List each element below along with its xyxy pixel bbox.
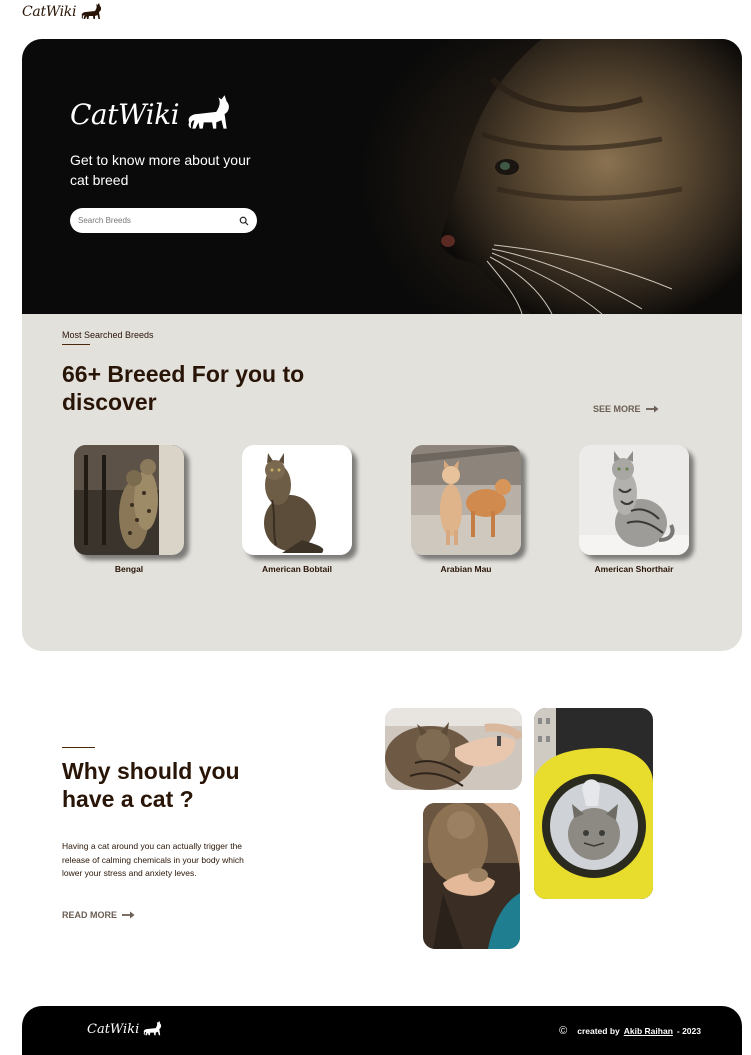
hero-tagline: Get to know more about your cat breed [70, 152, 251, 188]
author-link[interactable]: Akib Raihan [624, 1026, 673, 1036]
breed-image[interactable] [242, 445, 352, 555]
breed-card-american-bobtail: American Bobtail [227, 445, 367, 574]
search-box [70, 208, 257, 233]
breed-card-bengal: Bengal [59, 445, 199, 574]
cat-photo-lap [385, 708, 522, 790]
hero-banner: CatWiki Get to know more about your cat … [22, 39, 742, 314]
divider [62, 344, 90, 345]
see-more-link[interactable]: SEE MORE [593, 404, 659, 414]
see-more-label: SEE MORE [593, 404, 641, 414]
footer-credit: © created by Akib Raihan - 2023 [559, 1025, 701, 1037]
breed-image[interactable] [579, 445, 689, 555]
most-searched-label: Most Searched Breeds [62, 330, 154, 340]
arrow-right-icon [645, 405, 659, 413]
brand-name: CatWiki [22, 4, 77, 20]
top-logo[interactable]: CatWiki [22, 2, 104, 22]
search-icon[interactable] [239, 216, 249, 226]
breed-name[interactable]: American Shorthair [564, 564, 704, 574]
cat-silhouette-icon [188, 95, 229, 129]
why-description: Having a cat around you can actually tri… [62, 841, 244, 878]
cat-silhouette-icon [81, 3, 102, 19]
breed-image[interactable] [74, 445, 184, 555]
footer-brand-name: CatWiki [87, 1021, 140, 1037]
cat-photo-paw [423, 803, 520, 949]
footer: CatWiki © created by Akib Raihan - 2023 [22, 1006, 742, 1055]
cat-silhouette-icon [143, 1020, 162, 1036]
breed-image[interactable] [411, 445, 521, 555]
breed-name[interactable]: Arabian Mau [396, 564, 536, 574]
breed-card-arabian-mau: Arabian Mau [396, 445, 536, 574]
footer-year: - 2023 [676, 1026, 701, 1036]
read-more-label: READ MORE [62, 910, 118, 920]
why-heading: Why should you have a cat ? [62, 758, 240, 812]
breed-card-american-shorthair: American Shorthair [564, 445, 704, 574]
created-by-label: created by [577, 1026, 620, 1036]
divider [62, 747, 95, 748]
breed-name[interactable]: Bengal [59, 564, 199, 574]
footer-logo[interactable]: CatWiki [87, 1020, 164, 1038]
copyright-icon: © [559, 1025, 568, 1037]
hero-logo: CatWiki [70, 93, 235, 135]
search-input[interactable] [78, 216, 228, 225]
cat-photo-backpack [534, 708, 653, 899]
read-more-link[interactable]: READ MORE [62, 910, 135, 920]
breeds-heading: 66+ Breeed For you to discover [62, 361, 305, 415]
hero-brand-name: CatWiki [70, 97, 180, 131]
breed-name[interactable]: American Bobtail [227, 564, 367, 574]
arrow-right-icon [122, 911, 135, 919]
hero-card: CatWiki Get to know more about your cat … [22, 39, 742, 651]
